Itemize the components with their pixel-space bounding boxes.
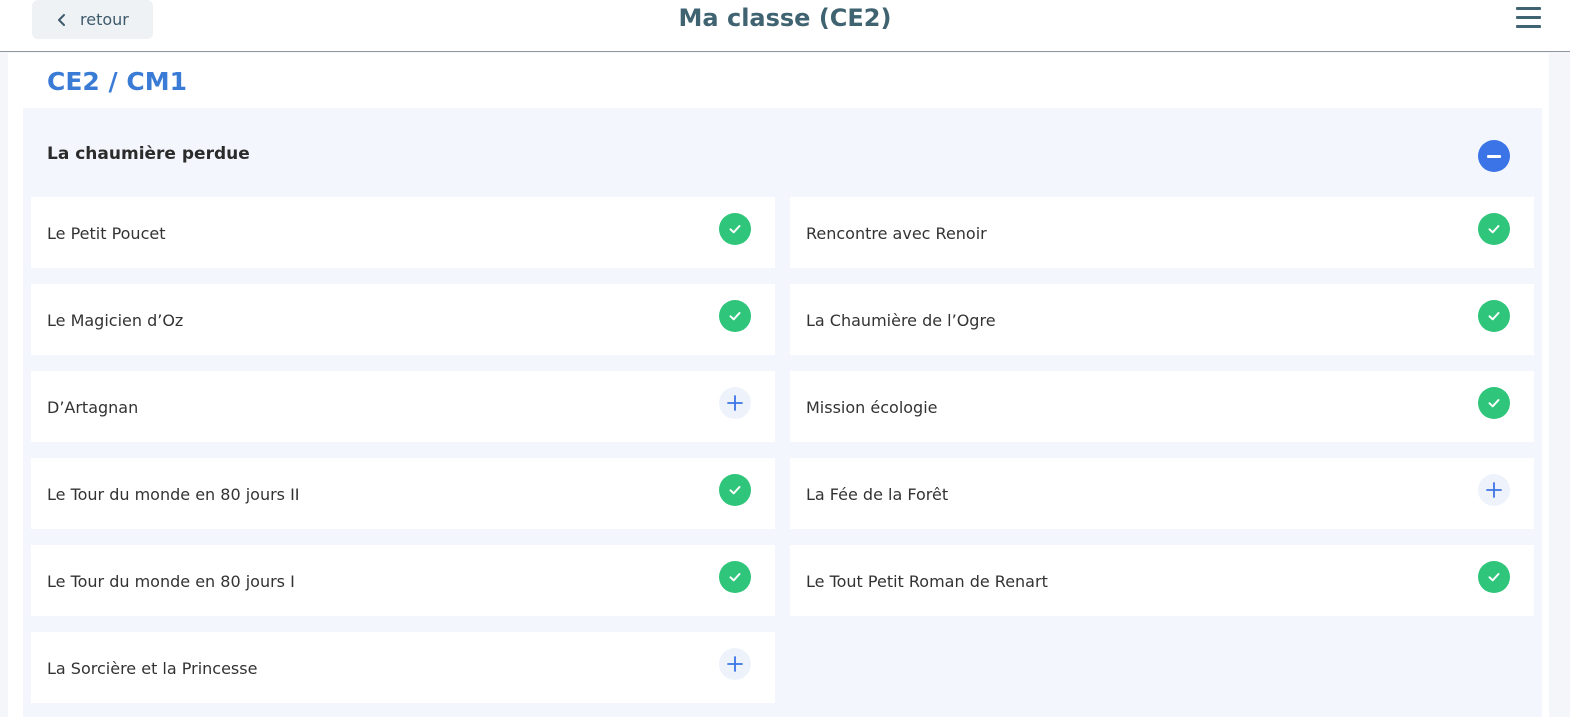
story-card[interactable]: D’Artagnan xyxy=(31,371,775,442)
story-card[interactable]: La Chaumière de l’Ogre xyxy=(790,284,1534,355)
story-card[interactable]: Rencontre avec Renoir xyxy=(790,197,1534,268)
page-title: Ma classe (CE2) xyxy=(678,4,892,32)
story-card-label: La Sorcière et la Princesse xyxy=(47,658,258,678)
story-card-label: Le Petit Poucet xyxy=(47,223,166,243)
check-icon xyxy=(719,561,751,593)
panel-title: La chaumière perdue xyxy=(47,144,250,164)
check-icon xyxy=(1478,213,1510,245)
story-card-label: Mission écologie xyxy=(806,397,938,417)
story-card-label: Rencontre avec Renoir xyxy=(806,223,987,243)
check-icon xyxy=(719,213,751,245)
plus-icon[interactable] xyxy=(1478,474,1510,506)
story-card[interactable]: Le Tour du monde en 80 jours II xyxy=(31,458,775,529)
check-icon xyxy=(1478,300,1510,332)
top-bar: retour Ma classe (CE2) xyxy=(0,0,1570,52)
check-icon xyxy=(1478,387,1510,419)
story-card[interactable]: La Sorcière et la Princesse xyxy=(31,632,775,703)
story-card[interactable]: Le Magicien d’Oz xyxy=(31,284,775,355)
story-card-label: Le Magicien d’Oz xyxy=(47,310,184,330)
check-icon xyxy=(719,300,751,332)
story-card[interactable]: Le Tour du monde en 80 jours I xyxy=(31,545,775,616)
story-card[interactable]: Mission écologie xyxy=(790,371,1534,442)
plus-icon[interactable] xyxy=(719,387,751,419)
check-icon xyxy=(1478,561,1510,593)
minus-icon xyxy=(1487,154,1501,158)
story-grid: Le Petit Poucet Rencontre avec Renoir Le M… xyxy=(31,197,1534,703)
check-icon xyxy=(719,474,751,506)
story-card[interactable]: Le Petit Poucet xyxy=(31,197,775,268)
story-panel: La chaumière perdue Le Petit Poucet Renco… xyxy=(23,108,1542,717)
plus-icon[interactable] xyxy=(719,648,751,680)
story-card-label: Le Tout Petit Roman de Renart xyxy=(806,571,1048,591)
main-content: CE2 / CM1 La chaumière perdue Le Petit P… xyxy=(8,53,1549,717)
story-card-label: Le Tour du monde en 80 jours II xyxy=(47,484,300,504)
collapse-button[interactable] xyxy=(1478,140,1510,172)
story-card-label: La Fée de la Forêt xyxy=(806,484,949,504)
story-card-label: La Chaumière de l’Ogre xyxy=(806,310,996,330)
hamburger-menu-icon[interactable] xyxy=(1516,7,1542,31)
section-title: CE2 / CM1 xyxy=(47,67,187,96)
story-card[interactable]: Le Tout Petit Roman de Renart xyxy=(790,545,1534,616)
story-card[interactable]: La Fée de la Forêt xyxy=(790,458,1534,529)
story-card-label: Le Tour du monde en 80 jours I xyxy=(47,571,295,591)
story-card-label: D’Artagnan xyxy=(47,397,139,417)
